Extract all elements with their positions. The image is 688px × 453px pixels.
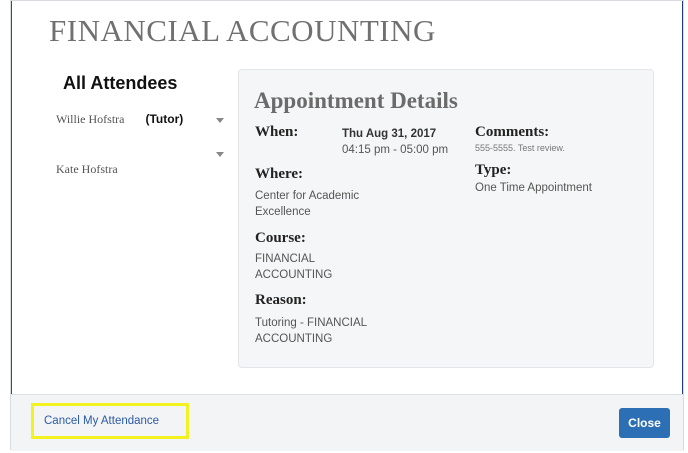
comments-value: 555-5555. Test review. [475, 143, 565, 153]
when-time: 04:15 pm - 05:00 pm [342, 144, 449, 156]
where-label: Where: [255, 166, 304, 182]
attendee-name: Kate Hofstra [56, 162, 118, 176]
course-line-2: ACCOUNTING [255, 269, 333, 281]
appointment-details-panel: Appointment Details When: Thu Aug 31, 20… [238, 69, 654, 368]
chevron-down-icon[interactable] [216, 118, 224, 123]
dialog-footer: Cancel My Attendance Close [11, 394, 683, 451]
course-line-1: FINANCIAL [255, 253, 316, 265]
cancel-attendance-link[interactable]: Cancel My Attendance [31, 403, 189, 439]
attendee-item: Willie Hofstra (Tutor) [56, 112, 183, 127]
attendee-role: (Tutor) [145, 112, 184, 126]
attendee-name: Willie Hofstra [56, 112, 125, 126]
when-label: When: [255, 124, 299, 140]
reason-line-1: Tutoring - FINANCIAL [255, 317, 368, 329]
reason-line-2: ACCOUNTING [255, 333, 333, 345]
type-label: Type: [475, 162, 512, 178]
dialog-title: FINANCIAL ACCOUNTING [49, 13, 436, 48]
details-heading: Appointment Details [254, 88, 458, 113]
comments-label: Comments: [475, 124, 550, 140]
reason-label: Reason: [255, 292, 307, 308]
attendee-item: Kate Hofstra [56, 162, 118, 177]
course-label: Course: [255, 230, 306, 246]
where-line-2: Excellence [255, 206, 311, 218]
close-button[interactable]: Close [619, 408, 670, 438]
appointment-dialog: FINANCIAL ACCOUNTING All Attendees Willi… [10, 0, 684, 451]
where-line-1: Center for Academic [255, 190, 360, 202]
chevron-down-icon[interactable] [216, 152, 224, 157]
attendees-heading: All Attendees [63, 73, 178, 93]
when-date: Thu Aug 31, 2017 [342, 128, 437, 140]
type-value: One Time Appointment [475, 182, 592, 194]
